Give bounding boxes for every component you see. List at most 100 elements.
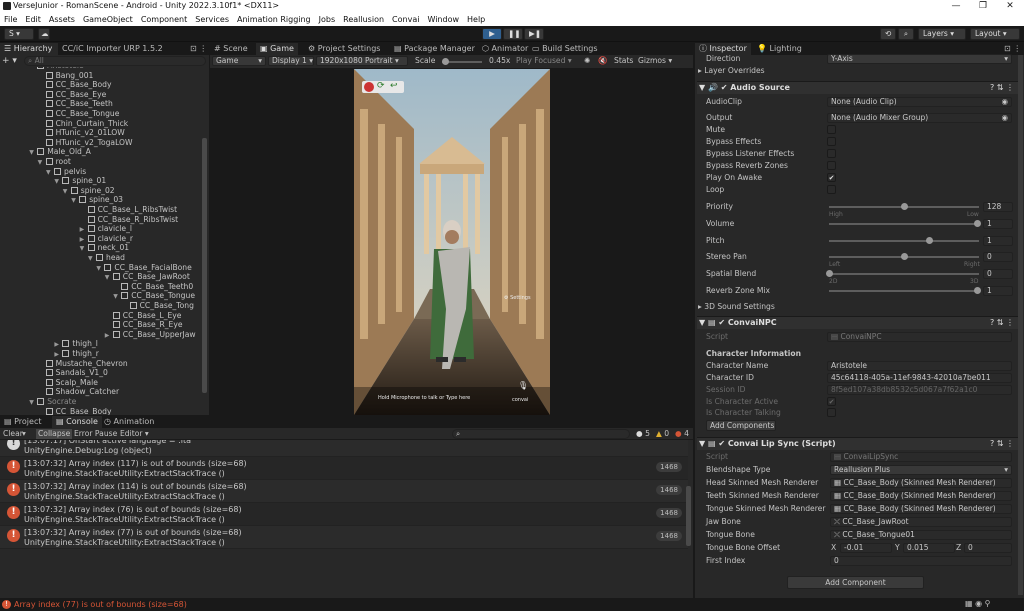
lip-sync-header[interactable]: ▼ ▤ ✔ Convai Lip Sync (Script) ? ⇅ ⋮ bbox=[697, 437, 1018, 450]
gizmos-dropdown[interactable]: Gizmos ▾ bbox=[638, 56, 672, 66]
log-entry[interactable]: ! [13:07:32] Array index (77) is out of b… bbox=[0, 526, 688, 549]
bypass-effects-checkbox[interactable] bbox=[827, 137, 836, 146]
play-on-awake-checkbox[interactable]: ✔ bbox=[827, 173, 836, 182]
display-dropdown[interactable]: Display 1 ▾ bbox=[268, 56, 314, 66]
play-button[interactable]: ▶ bbox=[482, 28, 502, 40]
info-count[interactable]: ▲ 0 bbox=[656, 429, 669, 439]
foldout-arrow-icon[interactable]: ▶ bbox=[105, 331, 113, 341]
foldout-arrow-icon[interactable]: ▼ bbox=[63, 187, 71, 197]
hierarchy-item[interactable]: ▼ root bbox=[38, 157, 71, 167]
hierarchy-item[interactable]: CC_Base_L_Eye bbox=[105, 311, 181, 321]
menu-animation-rigging[interactable]: Animation Rigging bbox=[233, 13, 315, 26]
back-icon[interactable]: ↩ bbox=[390, 81, 398, 91]
character-id-input[interactable]: 45c64118-405a-11ef-9843-42010a7be011 bbox=[827, 373, 1012, 383]
settings-label[interactable]: ⚙ Settings bbox=[504, 295, 531, 301]
tongue-renderer-field[interactable]: ▦ CC_Base_Body (Skinned Mesh Renderer) bbox=[830, 504, 1012, 514]
hierarchy-item[interactable]: ▼ CC_Base_JawRoot bbox=[105, 272, 190, 282]
tab-animation[interactable]: ◷ Animation bbox=[100, 416, 158, 428]
mute-checkbox[interactable] bbox=[827, 125, 836, 134]
hierarchy-item[interactable]: ▼ CC_Base_Tongue bbox=[113, 291, 195, 301]
offset-z-input[interactable]: 0 bbox=[964, 543, 1012, 553]
audio-source-enabled[interactable]: ✔ bbox=[721, 83, 728, 92]
lip-sync-enabled[interactable]: ✔ bbox=[718, 439, 725, 448]
cloud-icon[interactable]: ☁ bbox=[38, 28, 50, 40]
hierarchy-item[interactable]: Chin_Curtain_Thick bbox=[38, 119, 128, 129]
hierarchy-search-input[interactable]: ⌕ All bbox=[24, 56, 206, 66]
warning-count[interactable]: ● 5 bbox=[636, 429, 650, 439]
menu-jobs[interactable]: Jobs bbox=[315, 13, 340, 26]
menu-gameobject[interactable]: GameObject bbox=[79, 13, 137, 26]
hierarchy-item[interactable]: ▶ thigh_l bbox=[54, 339, 97, 349]
record-icon[interactable] bbox=[364, 82, 374, 92]
hierarchy-item[interactable]: Sandals_V1_0 bbox=[38, 368, 108, 378]
scale-slider[interactable] bbox=[442, 58, 482, 65]
tab-scene[interactable]: # Scene bbox=[210, 43, 252, 55]
hierarchy-item[interactable]: Shadow_Catcher bbox=[38, 387, 119, 397]
component-menu-icon[interactable]: ? ⇅ ⋮ bbox=[990, 317, 1014, 329]
jaw-bone-field[interactable]: ⤬ CC_Base_JawRoot bbox=[830, 517, 1012, 527]
stats-button[interactable]: Stats bbox=[614, 56, 633, 66]
pitch-value[interactable]: 1 bbox=[983, 236, 1013, 246]
hierarchy-item[interactable]: ▼ CC_Base_FacialBone bbox=[96, 263, 191, 273]
chat-hint[interactable]: Hold Microphone to talk or Type here bbox=[378, 395, 470, 401]
reverb-mix-slider[interactable] bbox=[829, 287, 981, 294]
console-search-input[interactable]: ⌕ bbox=[452, 429, 630, 439]
tab-build-settings[interactable]: ▭ Build Settings bbox=[528, 43, 602, 55]
hierarchy-item[interactable]: CC_Base_Teeth0 bbox=[113, 282, 193, 292]
bypass-listener-checkbox[interactable] bbox=[827, 149, 836, 158]
hierarchy-item[interactable]: CC_Base_Teeth bbox=[38, 99, 113, 109]
mute-audio-icon[interactable]: ✺ bbox=[584, 56, 590, 66]
priority-slider[interactable] bbox=[829, 203, 979, 210]
error-count[interactable]: ● 4 bbox=[675, 429, 689, 439]
layers-dropdown[interactable]: Layers ▾ bbox=[918, 28, 966, 40]
stereo-pan-value[interactable]: 0 bbox=[983, 252, 1013, 262]
console-scrollbar[interactable] bbox=[686, 486, 691, 546]
game-mode-dropdown[interactable]: Game ▾ bbox=[212, 56, 266, 66]
play-focused-dropdown[interactable]: Play Focused ▾ bbox=[516, 56, 572, 66]
hierarchy-item[interactable]: ▶ clavicle_l bbox=[80, 224, 132, 234]
reverb-mix-value[interactable]: 1 bbox=[983, 286, 1013, 296]
first-index-input[interactable]: 0 bbox=[830, 556, 1012, 566]
menu-window[interactable]: Window bbox=[423, 13, 463, 26]
hierarchy-item[interactable]: ▼ spine_02 bbox=[63, 186, 115, 196]
foldout-arrow-icon[interactable]: ▼ bbox=[105, 273, 113, 283]
foldout-arrow-icon[interactable]: ▼ bbox=[29, 148, 37, 158]
tab-cc-importer[interactable]: CC/iC Importer URP 1.5.2 bbox=[58, 43, 167, 55]
game-view-render[interactable]: ⟳ ↩ ⚙ Settings Hold Microphone to talk o… bbox=[354, 69, 550, 415]
volume-value[interactable]: 1 bbox=[983, 219, 1013, 229]
menu-assets[interactable]: Assets bbox=[45, 13, 79, 26]
convai-npc-enabled[interactable]: ✔ bbox=[718, 318, 725, 327]
ui-buttons[interactable]: ⟳ ↩ bbox=[362, 81, 404, 93]
foldout-arrow-icon[interactable]: ▼ bbox=[46, 168, 54, 178]
hierarchy-item[interactable]: CC_Base_L_RibsTwist bbox=[80, 205, 177, 215]
tongue-bone-field[interactable]: ⤬ CC_Base_Tongue01 bbox=[830, 530, 1012, 540]
clear-button[interactable]: Clear bbox=[3, 429, 23, 439]
resolution-dropdown[interactable]: 1920x1080 Portrait ▾ bbox=[316, 56, 408, 66]
offset-y-input[interactable]: 0.015 bbox=[903, 543, 955, 553]
foldout-arrow-icon[interactable]: ▼ bbox=[96, 264, 104, 274]
hierarchy-item[interactable]: ▶ CC_Base_UpperJaw bbox=[105, 330, 196, 340]
menu-services[interactable]: Services bbox=[191, 13, 233, 26]
mute-icon[interactable]: 🔇 bbox=[598, 56, 607, 66]
inspector-scrollbar[interactable] bbox=[1018, 55, 1023, 595]
foldout-arrow-icon[interactable]: ▼ bbox=[54, 177, 62, 187]
stereo-pan-slider[interactable] bbox=[829, 253, 979, 260]
tab-console[interactable]: ▤ Console bbox=[52, 416, 102, 428]
hierarchy-item[interactable]: Bang_001 bbox=[38, 71, 93, 81]
hierarchy-item[interactable]: ▶ thigh_r bbox=[54, 349, 98, 359]
log-entry[interactable]: ! [13:07:32] Array index (114) is out of … bbox=[0, 480, 688, 503]
close-icon[interactable]: ✕ bbox=[997, 0, 1023, 13]
audio-source-header[interactable]: ▼ 🔊 ✔ Audio Source ? ⇅ ⋮ bbox=[697, 81, 1018, 94]
hierarchy-item[interactable]: Mustache_Chevron bbox=[38, 359, 128, 369]
menu-help[interactable]: Help bbox=[463, 13, 489, 26]
volume-slider[interactable] bbox=[829, 220, 981, 227]
bypass-reverb-checkbox[interactable] bbox=[827, 161, 836, 170]
component-menu-icon[interactable]: ? ⇅ ⋮ bbox=[990, 438, 1014, 450]
convai-npc-header[interactable]: ▼ ▤ ✔ ConvaiNPC ? ⇅ ⋮ bbox=[697, 316, 1018, 329]
account-button[interactable]: S ▾ bbox=[4, 28, 34, 40]
step-button[interactable]: ▶❚ bbox=[524, 28, 544, 40]
add-button[interactable]: + ▾ bbox=[2, 56, 20, 66]
foldout-arrow-icon[interactable]: ▼ bbox=[113, 292, 121, 302]
priority-value[interactable]: 128 bbox=[983, 202, 1013, 212]
hierarchy-item[interactable]: CC_Base_Eye bbox=[38, 90, 106, 100]
